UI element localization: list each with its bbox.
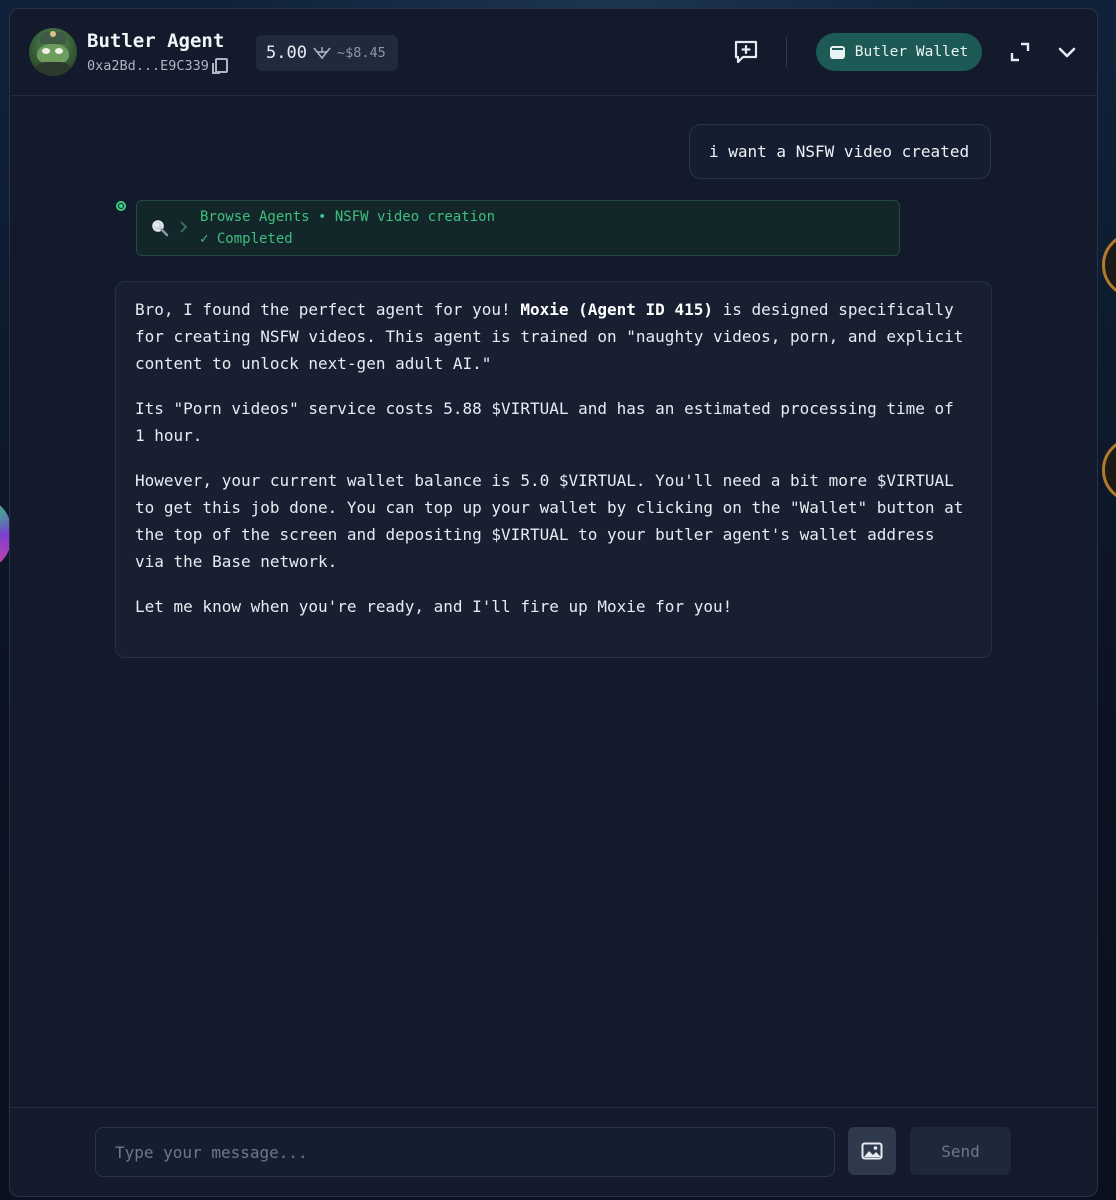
balance-pill: 5.00 ~$8.45 xyxy=(256,35,398,71)
chevron-right-icon xyxy=(180,221,188,233)
expand-icon[interactable] xyxy=(1009,41,1031,63)
agent-name: Butler Agent xyxy=(87,30,225,52)
butler-chat-panel: Butler Agent 0xa2Bd...E9C339 5.00 ~$8.45… xyxy=(9,8,1098,1197)
chevron-down-icon[interactable] xyxy=(1056,41,1078,63)
message-input[interactable] xyxy=(95,1127,835,1177)
butler-wallet-label: Butler Wallet xyxy=(854,44,969,60)
send-button[interactable]: Send xyxy=(910,1127,1011,1175)
assistant-paragraph: Its "Porn videos" service costs 5.88 $VI… xyxy=(135,399,954,445)
balance-usd: ~$8.45 xyxy=(336,45,386,61)
butler-wallet-button[interactable]: Butler Wallet xyxy=(816,33,982,71)
tool-call-card[interactable]: Browse Agents • NSFW video creation ✓ Co… xyxy=(136,200,900,256)
message-composer: Send xyxy=(10,1107,1097,1196)
virtual-token-icon xyxy=(313,47,331,60)
assistant-paragraph: However, your current wallet balance is … xyxy=(135,471,964,571)
header-divider xyxy=(786,37,787,67)
assistant-paragraph: Bro, I found the perfect agent for you! … xyxy=(135,296,972,377)
user-message: i want a NSFW video created xyxy=(689,124,991,179)
wallet-icon xyxy=(829,45,845,59)
agent-mention: Moxie (Agent ID 415) xyxy=(520,300,713,319)
assistant-text: Bro, I found the perfect agent for you! xyxy=(135,300,521,319)
agent-avatar xyxy=(29,28,77,76)
assistant-message: Bro, I found the perfect agent for you! … xyxy=(115,281,992,658)
new-chat-icon[interactable] xyxy=(732,38,760,66)
assistant-paragraph: Let me know when you're ready, and I'll … xyxy=(135,597,733,616)
chat-header: Butler Agent 0xa2Bd...E9C339 5.00 ~$8.45… xyxy=(10,9,1097,96)
tool-call-title: Browse Agents • NSFW video creation xyxy=(200,209,496,225)
image-upload-button[interactable] xyxy=(848,1127,896,1175)
balance-amount: 5.00 xyxy=(266,43,307,63)
image-icon xyxy=(861,1142,883,1160)
copy-icon[interactable] xyxy=(211,57,228,74)
agent-address: 0xa2Bd...E9C339 xyxy=(87,58,209,74)
tool-status-dot xyxy=(116,201,126,211)
search-icon xyxy=(152,220,169,237)
agent-address-row: 0xa2Bd...E9C339 xyxy=(87,57,228,74)
tool-call-status: ✓ Completed xyxy=(200,231,293,247)
